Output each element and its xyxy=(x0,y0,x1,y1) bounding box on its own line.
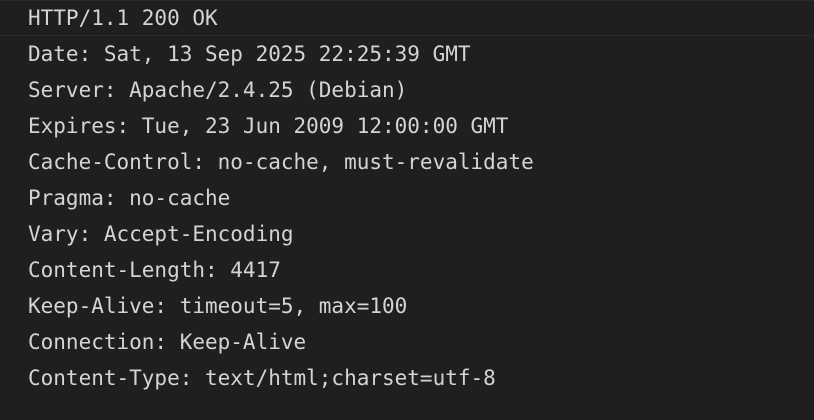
date-header-text: Date: Sat, 13 Sep 2025 22:25:39 GMT xyxy=(28,42,471,66)
editor-line-expires[interactable]: Expires: Tue, 23 Jun 2009 12:00:00 GMT xyxy=(0,108,814,144)
pragma-header-text: Pragma: no-cache xyxy=(28,186,231,210)
editor-line-server[interactable]: Server: Apache/2.4.25 (Debian) xyxy=(0,72,814,108)
editor-line-vary[interactable]: Vary: Accept-Encoding xyxy=(0,216,814,252)
status-line-text: HTTP/1.1 200 OK xyxy=(28,6,218,30)
connection-header-text: Connection: Keep-Alive xyxy=(28,330,307,354)
editor-line-date[interactable]: Date: Sat, 13 Sep 2025 22:25:39 GMT xyxy=(0,36,814,72)
content-length-header-text: Content-Length: 4417 xyxy=(28,258,281,282)
editor-line-cache-control[interactable]: Cache-Control: no-cache, must-revalidate xyxy=(0,144,814,180)
vary-header-text: Vary: Accept-Encoding xyxy=(28,222,294,246)
cache-control-header-text: Cache-Control: no-cache, must-revalidate xyxy=(28,150,534,174)
editor-line-content-type[interactable]: Content-Type: text/html;charset=utf-8 xyxy=(0,360,814,396)
response-headers-editor[interactable]: HTTP/1.1 200 OK Date: Sat, 13 Sep 2025 2… xyxy=(0,0,814,420)
content-type-header-text: Content-Type: text/html;charset=utf-8 xyxy=(28,366,496,390)
expires-header-text: Expires: Tue, 23 Jun 2009 12:00:00 GMT xyxy=(28,114,509,138)
editor-line-keep-alive[interactable]: Keep-Alive: timeout=5, max=100 xyxy=(0,288,814,324)
editor-line-connection[interactable]: Connection: Keep-Alive xyxy=(0,324,814,360)
editor-line-status[interactable]: HTTP/1.1 200 OK xyxy=(0,0,814,36)
server-header-text: Server: Apache/2.4.25 (Debian) xyxy=(28,78,408,102)
editor-line-content-length[interactable]: Content-Length: 4417 xyxy=(0,252,814,288)
editor-line-pragma[interactable]: Pragma: no-cache xyxy=(0,180,814,216)
keep-alive-header-text: Keep-Alive: timeout=5, max=100 xyxy=(28,294,408,318)
